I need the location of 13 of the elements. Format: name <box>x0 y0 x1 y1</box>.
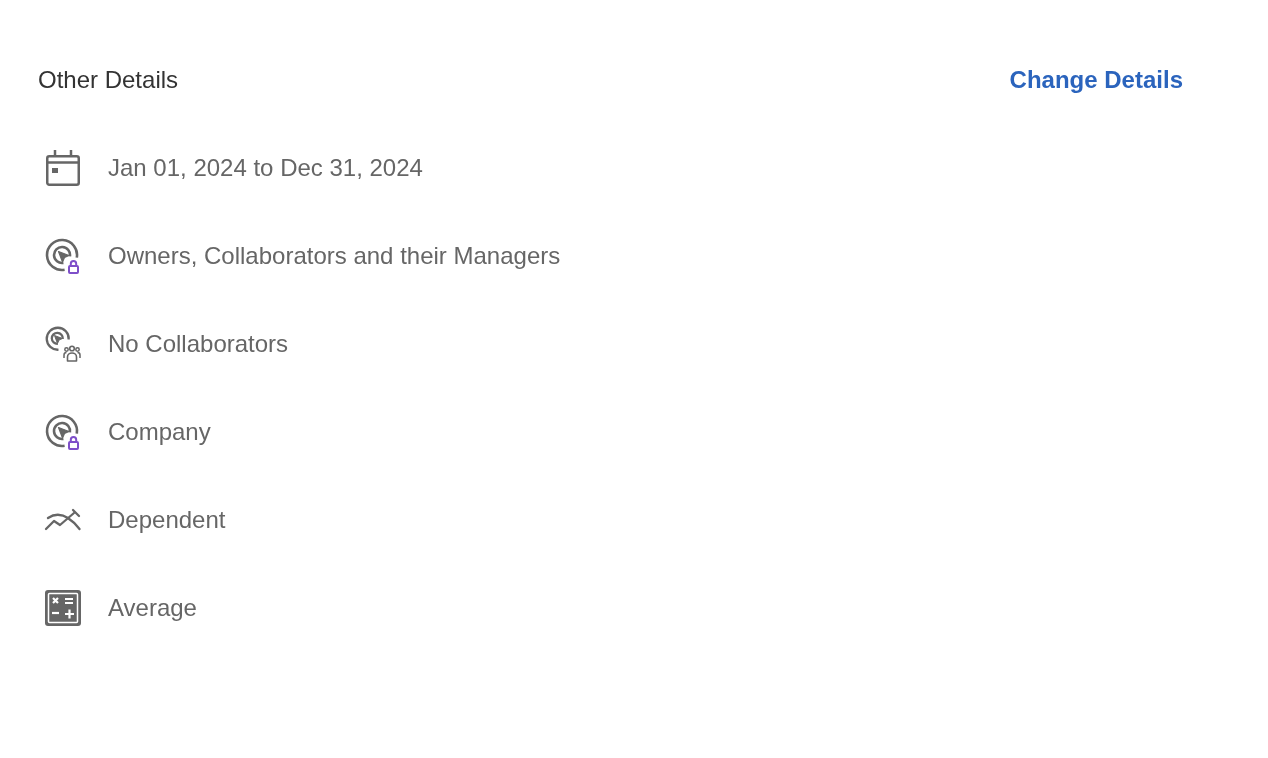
calculator-icon <box>45 590 81 626</box>
target-people-icon <box>45 326 81 362</box>
section-title: Other Details <box>38 66 179 94</box>
change-details-link[interactable]: Change Details <box>1009 66 1183 94</box>
detail-text: Dependent <box>108 506 226 534</box>
calendar-icon <box>45 150 81 186</box>
target-lock-icon <box>45 238 81 274</box>
detail-text: Owners, Collaborators and their Managers <box>108 242 561 270</box>
target-lock-icon <box>45 414 81 450</box>
detail-text: Jan 01, 2024 to Dec 31, 2024 <box>108 154 423 182</box>
detail-text: Company <box>108 418 211 446</box>
detail-text: Average <box>108 594 197 622</box>
detail-text: No Collaborators <box>108 330 289 358</box>
